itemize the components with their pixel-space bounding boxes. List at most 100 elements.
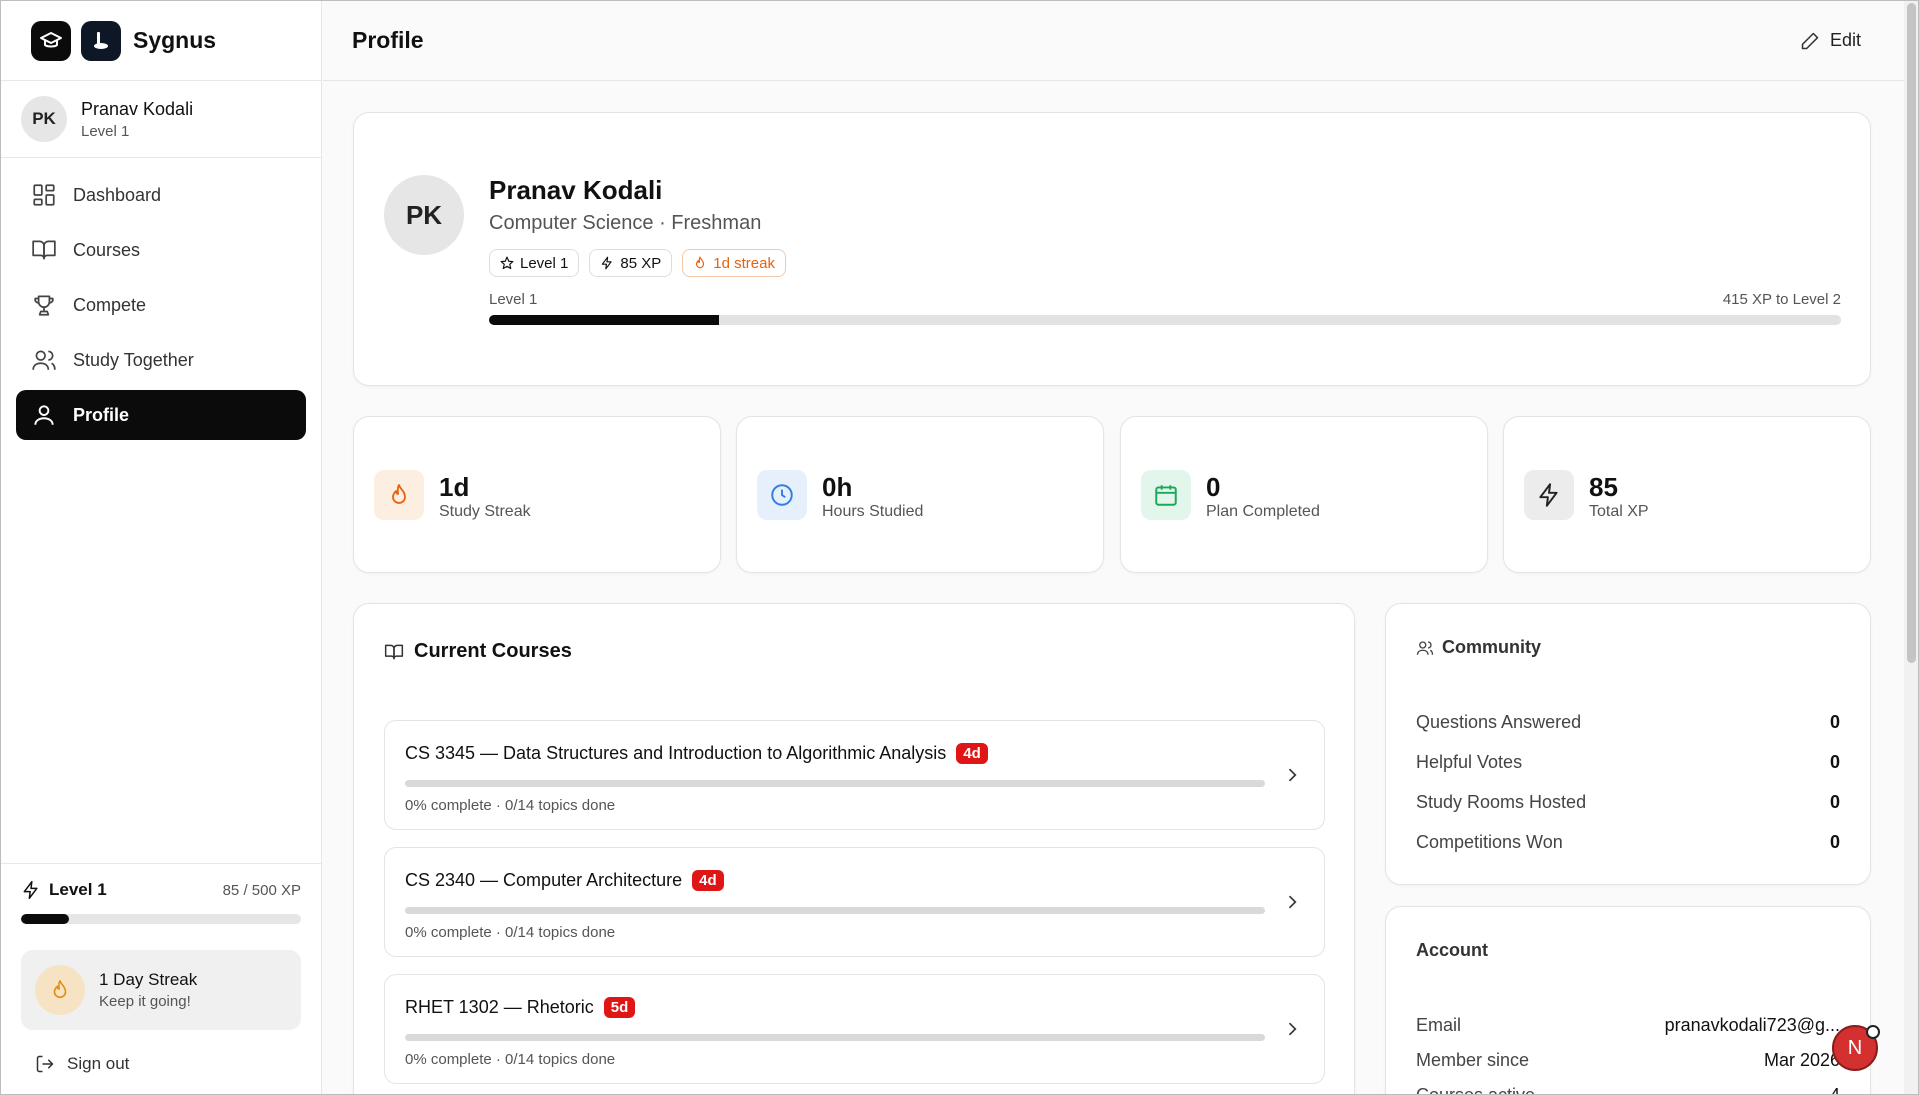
sidebar-user[interactable]: PK Pranav Kodali Level 1	[1, 81, 321, 158]
flame-icon	[35, 965, 85, 1015]
course-meta: 0% complete · 0/14 topics done	[405, 1051, 616, 1068]
row-value: 0	[1829, 752, 1840, 772]
due-badge: 4d	[956, 743, 988, 764]
account-row: Courses active 4	[1416, 1085, 1840, 1095]
flame-icon	[696, 256, 705, 269]
course-progress-bar	[405, 907, 1265, 914]
scrollbar[interactable]	[1904, 1, 1918, 1094]
notification-fab[interactable]: N	[1832, 1025, 1880, 1071]
current-courses-card: Current Courses CS 3345 — Data Structure…	[353, 603, 1355, 1094]
log-out-icon	[36, 1055, 54, 1073]
chevron-right-icon	[1288, 895, 1297, 909]
row-label: Courses active	[1416, 1085, 1536, 1095]
sidebar-user-level: Level 1	[81, 122, 130, 140]
course-name: CS 2340 — Computer Architecture	[405, 870, 683, 890]
sign-out-button[interactable]: Sign out	[21, 1054, 301, 1074]
sidebar-item-profile[interactable]: Profile	[16, 390, 306, 440]
profile-card: PK Pranav Kodali Computer Science · Fres…	[353, 112, 1871, 386]
xp-badge-label: 85 XP	[620, 254, 662, 272]
community-title: Community	[1442, 637, 1541, 657]
app-window: Sygnus PK Pranav Kodali Level 1 Dashboar…	[0, 0, 1919, 1095]
page-title: Profile	[352, 27, 424, 53]
flame-icon	[374, 470, 424, 520]
sidebar-level-label: Level 1	[49, 880, 107, 899]
chevron-right-icon	[1288, 1022, 1297, 1036]
sidebar-item-label: Compete	[73, 294, 147, 315]
sidebar-footer: Level 1 85 / 500 XP 1 Day Streak Keep it…	[1, 863, 321, 1094]
app-name: Sygnus	[133, 27, 217, 53]
chevron-right-icon	[1288, 768, 1297, 782]
row-value: 0	[1829, 792, 1840, 812]
course-name: CS 3345 — Data Structures and Introducti…	[405, 743, 947, 763]
user-icon	[34, 405, 54, 425]
row-label: Helpful Votes	[1416, 752, 1523, 772]
sidebar-item-label: Courses	[73, 239, 141, 260]
course-item[interactable]: CS 3345 — Data Structures and Introducti…	[384, 720, 1325, 830]
pencil-icon	[1801, 32, 1819, 49]
due-badge: 4d	[692, 870, 724, 891]
sidebar-item-courses[interactable]: Courses	[16, 225, 306, 275]
fab-letter: N	[1847, 1036, 1863, 1059]
edit-label: Edit	[1829, 30, 1861, 50]
sidebar: Sygnus PK Pranav Kodali Level 1 Dashboar…	[1, 1, 322, 1094]
sidebar-item-study-together[interactable]: Study Together	[16, 335, 306, 385]
stat-value: 0h	[822, 472, 853, 502]
streak-badge-label: 1d streak	[713, 254, 775, 272]
stat-card-plan-completed: 0 Plan Completed	[1120, 416, 1488, 573]
sidebar-level: Level 1 85 / 500 XP	[21, 880, 301, 900]
due-badge: 5d	[603, 997, 636, 1018]
sign-out-label: Sign out	[67, 1054, 130, 1073]
streak-card: 1 Day Streak Keep it going!	[21, 950, 301, 1030]
bolt-icon	[1524, 470, 1574, 520]
profile-subtitle: Computer Science · Freshman	[489, 212, 762, 234]
fab-indicator	[1866, 1025, 1880, 1039]
account-title: Account	[1416, 940, 1488, 960]
row-value: 0	[1829, 712, 1840, 732]
course-meta: 0% complete · 0/14 topics done	[405, 924, 616, 941]
book-icon	[32, 240, 56, 260]
stat-value: 85	[1589, 472, 1618, 502]
profile-badges: Level 1 85 XP 1d streak	[489, 249, 786, 277]
community-card: Community Questions Answered 0 Helpful Vo…	[1385, 603, 1871, 885]
users-icon	[32, 350, 56, 370]
stat-card-total-xp: 85 Total XP	[1503, 416, 1871, 573]
streak-badge: 1d streak	[682, 249, 786, 277]
row-label: Email	[1416, 1015, 1462, 1035]
course-item[interactable]: RHET 1302 — Rhetoric 5d 0% complete · 0/…	[384, 974, 1325, 1084]
level-badge-label: Level 1	[520, 254, 569, 272]
clock-icon	[757, 470, 807, 520]
xp-progress-right-label: 415 XP to Level 2	[1722, 291, 1841, 308]
community-row: Helpful Votes 0	[1416, 752, 1840, 773]
level-badge: Level 1	[489, 249, 580, 277]
sidebar-item-label: Study Together	[73, 349, 194, 370]
avatar: PK	[21, 96, 67, 142]
edit-button[interactable]: Edit	[1800, 30, 1861, 51]
stat-label: Study Streak	[439, 503, 531, 520]
community-row: Competitions Won 0	[1416, 832, 1840, 853]
bolt-icon	[602, 256, 613, 270]
courses-heading: Current Courses	[384, 640, 572, 663]
row-value: 0	[1829, 832, 1840, 852]
community-row: Questions Answered 0	[1416, 712, 1840, 733]
streak-title: 1 Day Streak	[99, 970, 198, 989]
bolt-icon	[23, 880, 38, 900]
scrollbar-thumb[interactable]	[1907, 3, 1916, 663]
stat-label: Plan Completed	[1206, 503, 1320, 520]
stat-card-study-streak: 1d Study Streak	[353, 416, 721, 573]
course-name: RHET 1302 — Rhetoric	[405, 997, 594, 1017]
stat-card-hours-studied: 0h Hours Studied	[736, 416, 1104, 573]
sidebar-user-name: Pranav Kodali	[81, 98, 194, 119]
brand[interactable]: Sygnus	[1, 1, 321, 81]
row-value: 4	[1829, 1085, 1840, 1095]
course-progress-bar	[405, 1034, 1265, 1041]
course-item[interactable]: CS 2340 — Computer Architecture 4d 0% co…	[384, 847, 1325, 957]
stat-label: Total XP	[1589, 503, 1649, 520]
sidebar-item-compete[interactable]: Compete	[16, 280, 306, 330]
row-label: Questions Answered	[1416, 712, 1582, 732]
account-row: Email pranavkodali723@g...	[1416, 1015, 1840, 1036]
sidebar-level-progress	[21, 914, 301, 924]
profile-avatar: PK	[384, 175, 464, 255]
sidebar-item-dashboard[interactable]: Dashboard	[16, 170, 306, 220]
streak-subtitle: Keep it going!	[99, 993, 191, 1010]
calendar-icon	[1141, 470, 1191, 520]
